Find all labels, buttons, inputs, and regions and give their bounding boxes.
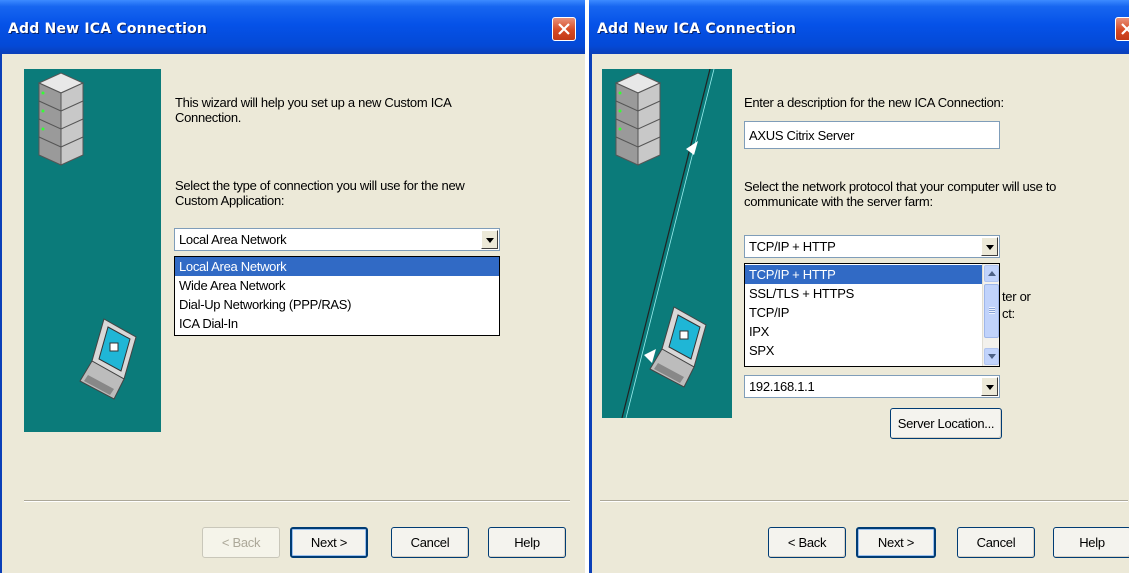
option-ica-dial-in[interactable]: ICA Dial-In (175, 314, 499, 333)
window-title: Add New ICA Connection (8, 21, 208, 37)
close-button[interactable] (552, 17, 576, 41)
option-ipx[interactable]: IPX (745, 322, 982, 341)
protocol-select[interactable]: TCP/IP + HTTP (744, 235, 1000, 258)
connection-type-list: Local Area Network Wide Area Network Dia… (174, 256, 500, 336)
add-ica-connection-dialog-2: Add New ICA Connection Enter a descripti… (589, 0, 1129, 573)
dropdown-arrow-icon[interactable] (481, 230, 498, 249)
add-ica-connection-dialog-1: Add New ICA Connection This wizard will … (0, 0, 585, 573)
dialog-body: Enter a description for the new ICA Conn… (589, 54, 1129, 573)
description-value: AXUS Citrix Server (749, 128, 855, 143)
cancel-button[interactable]: Cancel (391, 527, 469, 558)
server-address-select[interactable]: 192.168.1.1 (744, 375, 1000, 398)
close-icon (558, 23, 570, 35)
obscured-text-line2: ct: (1002, 306, 1015, 321)
server-and-laptop-icon (37, 72, 137, 400)
wizard-illustration (24, 69, 161, 432)
protocol-value: TCP/IP + HTTP (749, 239, 836, 254)
title-bar[interactable]: Add New ICA Connection (0, 0, 585, 54)
help-button[interactable]: Help (1053, 527, 1129, 558)
window-title: Add New ICA Connection (597, 21, 797, 37)
help-button[interactable]: Help (488, 527, 566, 558)
dropdown-arrow-icon[interactable] (981, 237, 998, 256)
option-local-area-network[interactable]: Local Area Network (175, 257, 499, 276)
close-button[interactable] (1115, 17, 1129, 41)
server-connection-icon (614, 69, 715, 418)
intro-text: This wizard will help you set up a new C… (175, 95, 451, 125)
option-spx[interactable]: SPX (745, 341, 982, 360)
scroll-thumb[interactable] (984, 284, 999, 338)
back-button[interactable]: < Back (768, 527, 846, 558)
description-prompt: Enter a description for the new ICA Conn… (744, 95, 1004, 110)
cancel-button[interactable]: Cancel (957, 527, 1035, 558)
protocol-scrollbar[interactable] (982, 264, 999, 366)
server-location-button[interactable]: Server Location... (890, 408, 1002, 439)
title-bar[interactable]: Add New ICA Connection (589, 0, 1129, 54)
back-button[interactable]: < Back (202, 527, 280, 558)
option-tcpip[interactable]: TCP/IP (745, 303, 982, 322)
protocol-prompt: Select the network protocol that your co… (744, 179, 1057, 209)
next-button[interactable]: Next > (856, 527, 936, 558)
option-ssl-tls-https[interactable]: SSL/TLS + HTTPS (745, 284, 982, 303)
option-wide-area-network[interactable]: Wide Area Network (175, 276, 499, 295)
dialog-body: This wizard will help you set up a new C… (0, 54, 585, 573)
wizard-illustration (602, 69, 732, 418)
scroll-down-icon[interactable] (984, 348, 999, 365)
next-button[interactable]: Next > (290, 527, 368, 558)
close-icon (1121, 23, 1129, 35)
scroll-up-icon[interactable] (984, 265, 999, 282)
option-tcpip-http[interactable]: TCP/IP + HTTP (745, 265, 982, 284)
option-dial-up-networking[interactable]: Dial-Up Networking (PPP/RAS) (175, 295, 499, 314)
description-input[interactable]: AXUS Citrix Server (744, 121, 1000, 149)
connection-type-value: Local Area Network (179, 232, 287, 247)
divider (24, 500, 570, 502)
server-address-value: 192.168.1.1 (749, 379, 815, 394)
obscured-text-line1: ter or (1002, 289, 1031, 304)
dropdown-arrow-icon[interactable] (981, 377, 998, 396)
protocol-list: TCP/IP + HTTP SSL/TLS + HTTPS TCP/IP IPX… (744, 263, 1000, 367)
connection-type-prompt: Select the type of connection you will u… (175, 178, 465, 208)
connection-type-select[interactable]: Local Area Network (174, 228, 500, 251)
divider (600, 500, 1128, 502)
